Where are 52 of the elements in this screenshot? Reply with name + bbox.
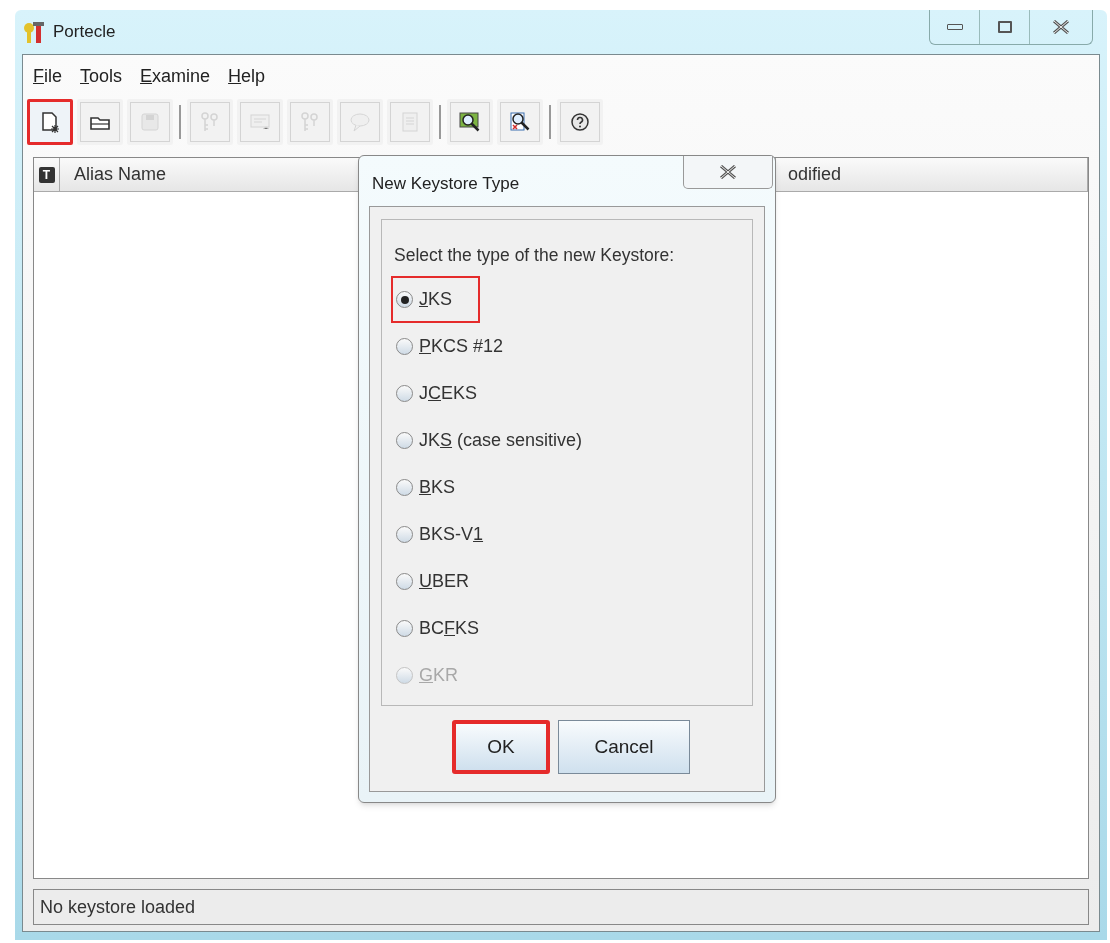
radio-button[interactable]	[396, 432, 413, 450]
magnifier-icon	[509, 111, 531, 133]
magnifier-icon	[459, 111, 481, 133]
dialog-title: New Keystore Type	[371, 173, 520, 195]
radio-button[interactable]	[396, 385, 413, 403]
radio-button[interactable]	[396, 573, 413, 591]
key-icon	[299, 111, 321, 133]
close-icon	[1052, 20, 1070, 34]
close-button[interactable]	[683, 156, 773, 189]
radio-option[interactable]: JKS (case sensitive)	[391, 417, 611, 465]
close-icon	[719, 165, 737, 179]
app-icon	[23, 19, 45, 44]
radio-option[interactable]: BKS-V1	[391, 511, 512, 559]
option-label: BKS	[419, 476, 456, 500]
status-bar: No keystore loaded	[33, 889, 1089, 925]
window-title: Portecle	[53, 21, 116, 43]
option-label: JCEKS	[419, 382, 478, 406]
key-icon	[199, 111, 221, 133]
radio-option[interactable]: UBER	[391, 558, 497, 606]
toolbar-button[interactable]	[447, 99, 493, 145]
dialog-button[interactable]: Cancel	[558, 720, 690, 774]
menu-item[interactable]: File	[33, 62, 62, 90]
toolbar-button[interactable]	[27, 99, 73, 145]
radio-option[interactable]: JKS	[391, 276, 480, 324]
option-label: BKS-V1	[419, 523, 484, 547]
option-label: JKS	[419, 288, 452, 312]
radio-button[interactable]	[396, 479, 413, 497]
new-document-icon	[39, 111, 61, 133]
speech-bubble-icon	[349, 111, 371, 133]
radio-option[interactable]: PKCS #12	[391, 323, 532, 371]
option-label: UBER	[419, 570, 469, 594]
toolbar-button[interactable]	[497, 99, 543, 145]
column-header[interactable]: T	[34, 158, 60, 191]
option-label: JKS (case sensitive)	[419, 429, 583, 453]
menu-item[interactable]: Tools	[80, 62, 123, 90]
option-label: PKCS #12	[419, 335, 504, 359]
toolbar-button[interactable]	[557, 99, 603, 145]
menu-item[interactable]: Examine	[140, 62, 211, 90]
dialog-button[interactable]: OK	[452, 720, 550, 774]
toolbar-button[interactable]	[77, 99, 123, 145]
radio-option[interactable]: BKS	[391, 464, 484, 512]
radio-option[interactable]: BCFKS	[391, 605, 508, 653]
radio-button[interactable]	[396, 620, 413, 638]
option-label: GKR	[419, 664, 459, 688]
menu-item[interactable]: Help	[228, 62, 266, 90]
option-label: BCFKS	[419, 617, 480, 641]
radio-button[interactable]	[396, 291, 413, 309]
radio-button[interactable]	[396, 338, 413, 356]
radio-button[interactable]	[396, 526, 413, 544]
help-icon	[569, 111, 591, 133]
prompt-text: Select the type of the new Keystore:	[394, 244, 676, 267]
radio-option[interactable]: JCEKS	[391, 370, 506, 418]
